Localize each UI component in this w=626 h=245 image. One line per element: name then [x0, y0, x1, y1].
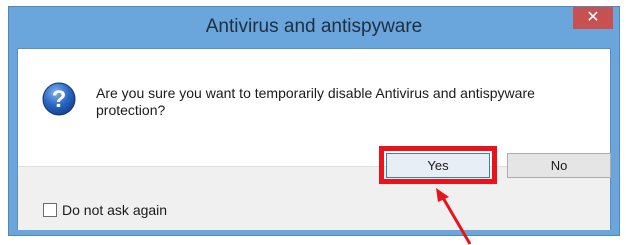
no-button[interactable]: No	[507, 153, 611, 178]
do-not-ask-again-label: Do not ask again	[62, 202, 168, 218]
red-arrow-annotation	[436, 188, 472, 245]
close-button[interactable]: ✕	[573, 7, 613, 29]
confirmation-message: Are you sure you want to temporarily dis…	[96, 85, 535, 118]
dialog-titlebar[interactable]: Antivirus and antispyware ✕	[9, 7, 619, 47]
confirmation-dialog: Antivirus and antispyware ✕ ? Are you su…	[8, 6, 620, 236]
question-icon: ?	[42, 82, 76, 116]
svg-text:?: ?	[52, 86, 67, 113]
dialog-body: ? Are you sure you want to temporarily d…	[17, 48, 611, 230]
do-not-ask-again-checkbox[interactable]	[43, 203, 57, 217]
yes-button-highlight	[379, 146, 497, 184]
dialog-title: Antivirus and antispyware	[205, 16, 423, 37]
